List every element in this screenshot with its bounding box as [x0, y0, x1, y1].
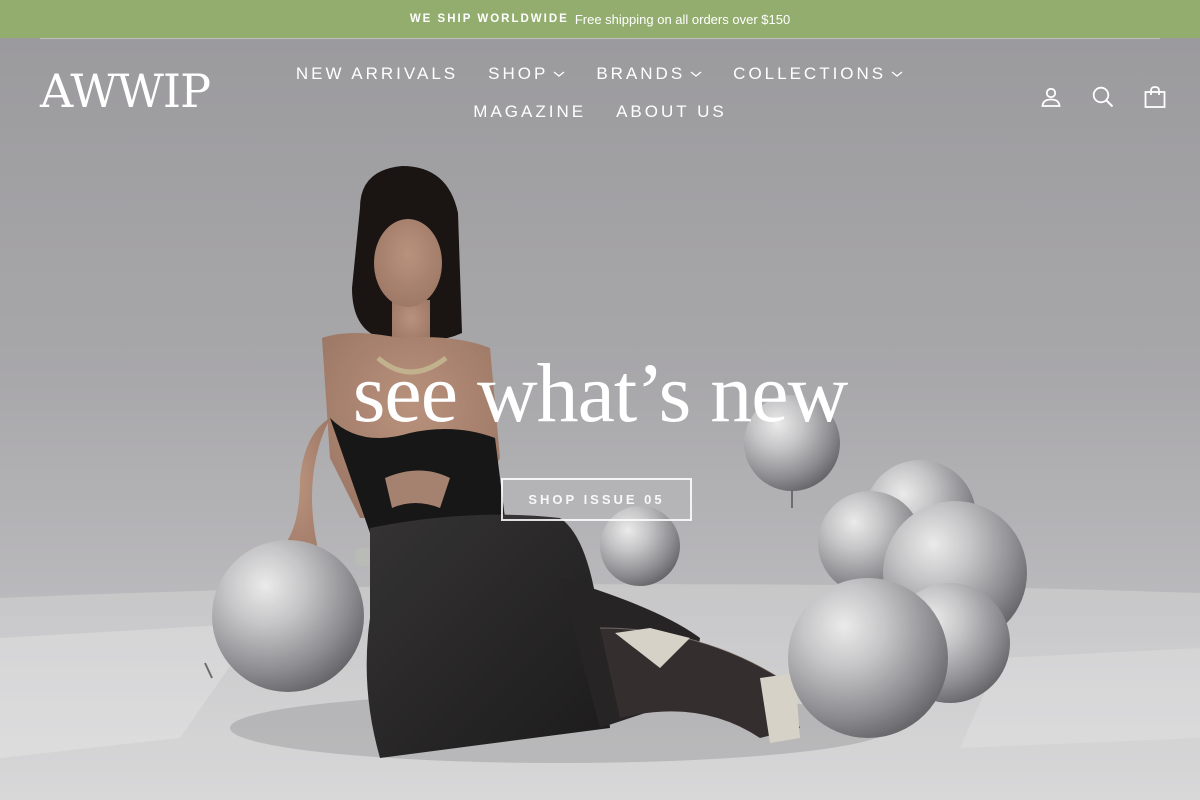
nav-item-new-arrivals[interactable]: NEW ARRIVALS [281, 60, 473, 88]
header-icons: Log in Search Cart [1036, 82, 1170, 112]
nav-item-label: NEW ARRIVALS [295, 64, 459, 83]
nav-item-shop[interactable]: SHOP [473, 60, 581, 88]
announcement-highlight: WE SHIP WORLDWIDE [409, 13, 569, 25]
nav-item-label: BRANDS [596, 64, 686, 83]
nav-item-magazine[interactable]: MAGAZINE [458, 98, 601, 126]
chevron-down-icon [690, 71, 702, 77]
site-header: AWWIP NEW ARRIVALS SHOP BRANDS COLLECTIO… [0, 38, 1200, 148]
account-button[interactable]: Log in [1036, 82, 1066, 112]
nav-item-collections[interactable]: COLLECTIONS [718, 60, 919, 88]
nav-item-label: SHOP [488, 64, 549, 83]
shop-issue-button[interactable]: SHOP ISSUE 05 [501, 478, 692, 521]
nav-item-about-us[interactable]: ABOUT US [601, 98, 742, 126]
chevron-down-icon [891, 71, 903, 77]
hero-title: see what’s new [352, 347, 849, 440]
main-nav: NEW ARRIVALS SHOP BRANDS COLLECTIONS MAG… [270, 60, 930, 126]
nav-item-label: MAGAZINE [473, 102, 587, 121]
page: WE SHIP WORLDWIDE Free shipping on all o… [0, 0, 1200, 800]
nav-item-label: COLLECTIONS [733, 64, 887, 83]
nav-item-brands[interactable]: BRANDS [581, 60, 718, 88]
cart-button[interactable]: Cart [1140, 82, 1170, 112]
chevron-down-icon [553, 71, 565, 77]
logo[interactable]: AWWIP [40, 68, 211, 114]
search-icon [1092, 86, 1114, 108]
nav-item-label: ABOUT US [616, 102, 727, 121]
search-button[interactable]: Search [1088, 82, 1118, 112]
bag-icon [1144, 86, 1166, 108]
announcement-bar: WE SHIP WORLDWIDE Free shipping on all o… [0, 0, 1200, 38]
announcement-text: Free shipping on all orders over $150 [574, 11, 791, 27]
user-icon [1041, 87, 1061, 107]
